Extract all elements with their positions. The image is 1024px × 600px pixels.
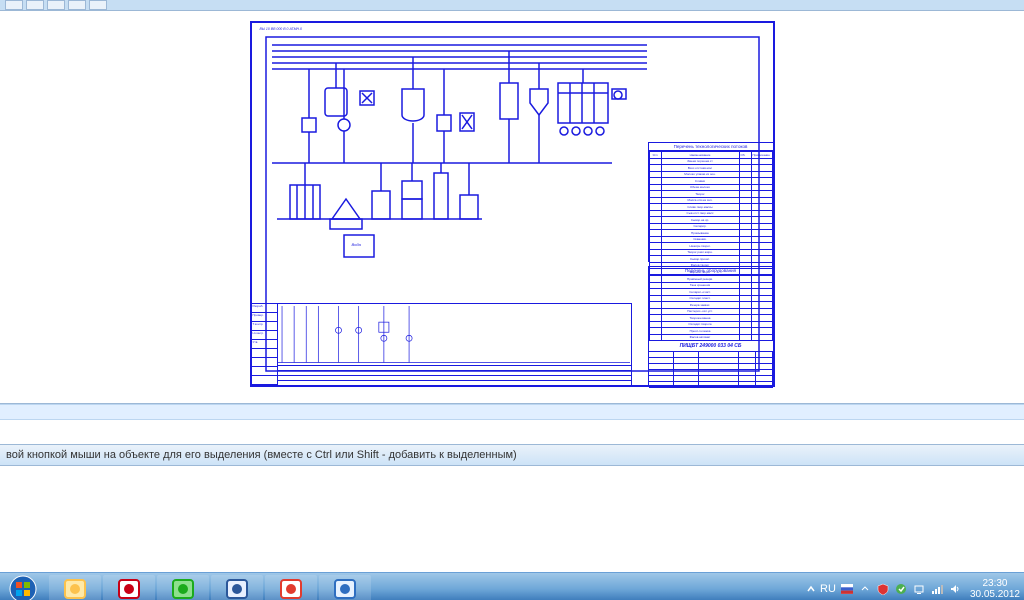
status-bar: вой кнопкой мыши на объекте для его выде… — [0, 444, 1024, 466]
status-band — [0, 404, 1024, 420]
taskbar[interactable]: RU 23:30 30.05.2012 — [0, 572, 1024, 600]
start-button[interactable] — [2, 574, 44, 600]
tank-label: Вода — [352, 242, 361, 247]
tray-network-icon[interactable] — [930, 582, 944, 596]
drawing-code: ПИЩБТ 249000 033 04 СБ — [649, 341, 773, 352]
clock-time: 23:30 — [970, 578, 1020, 589]
toolbar-icon[interactable] — [68, 0, 86, 10]
equipment-table-panel: Перечень оборудования Приёмный резерв. Т… — [648, 266, 773, 342]
opera-classic-icon — [116, 577, 142, 600]
clock[interactable]: 23:30 30.05.2012 — [964, 578, 1020, 600]
flows-table-title: Перечень технологических потоков — [649, 143, 773, 151]
tray-chevron-icon[interactable] — [858, 582, 872, 596]
explorer-button[interactable] — [49, 575, 101, 600]
tray-chevron-icon[interactable] — [804, 582, 818, 596]
tray-flag-icon[interactable] — [840, 582, 854, 596]
opera-classic-button[interactable] — [103, 575, 155, 600]
toolbar-icon[interactable] — [47, 0, 65, 10]
tray-device-icon[interactable] — [912, 582, 926, 596]
clock-date: 30.05.2012 — [970, 589, 1020, 600]
opera-icon — [278, 577, 304, 600]
opera-button[interactable] — [265, 575, 317, 600]
mail-button[interactable] — [157, 575, 209, 600]
word-button[interactable] — [211, 575, 263, 600]
spacer — [0, 420, 1024, 444]
equipment-table-title: Перечень оборудования — [649, 267, 773, 275]
tray-update-icon[interactable] — [894, 582, 908, 596]
tray-volume-icon[interactable] — [948, 582, 962, 596]
tray-shield-icon[interactable] — [876, 582, 890, 596]
status-text: вой кнопкой мыши на объекте для его выде… — [6, 449, 517, 461]
equipment-table: Приёмный резерв. Танк хранения Сепарат.-… — [649, 275, 773, 341]
toolbar-icon[interactable] — [5, 0, 23, 10]
drawing-canvas[interactable]: ВЫ 10 ВВ 000 В 0 АТМН.0 — [0, 11, 1024, 404]
kompas-button[interactable] — [319, 575, 371, 600]
kompas-icon — [332, 577, 358, 600]
taskbar-buttons — [48, 573, 372, 600]
title-block: ПИЩБТ 249000 033 04 СБ — [648, 340, 773, 385]
toolbar-icon[interactable] — [89, 0, 107, 10]
lower-left-block: Разраб. Провер. Т.контр. Н.контр. Утв. — [252, 303, 632, 385]
flows-table-panel: Перечень технологических потоков УслНаим… — [648, 142, 773, 262]
engineering-drawing[interactable]: ВЫ 10 ВВ 000 В 0 АТМН.0 — [250, 21, 775, 387]
toolbar-strip — [0, 0, 1024, 11]
toolbar-icon[interactable] — [26, 0, 44, 10]
word-icon — [224, 577, 250, 600]
language-indicator[interactable]: RU — [820, 583, 836, 595]
system-tray[interactable]: RU 23:30 30.05.2012 — [802, 573, 1024, 600]
flows-table: УслНаименованиеОб.Примечание Змеев поршн… — [649, 151, 773, 276]
explorer-icon — [62, 577, 88, 600]
mail-icon — [170, 577, 196, 600]
